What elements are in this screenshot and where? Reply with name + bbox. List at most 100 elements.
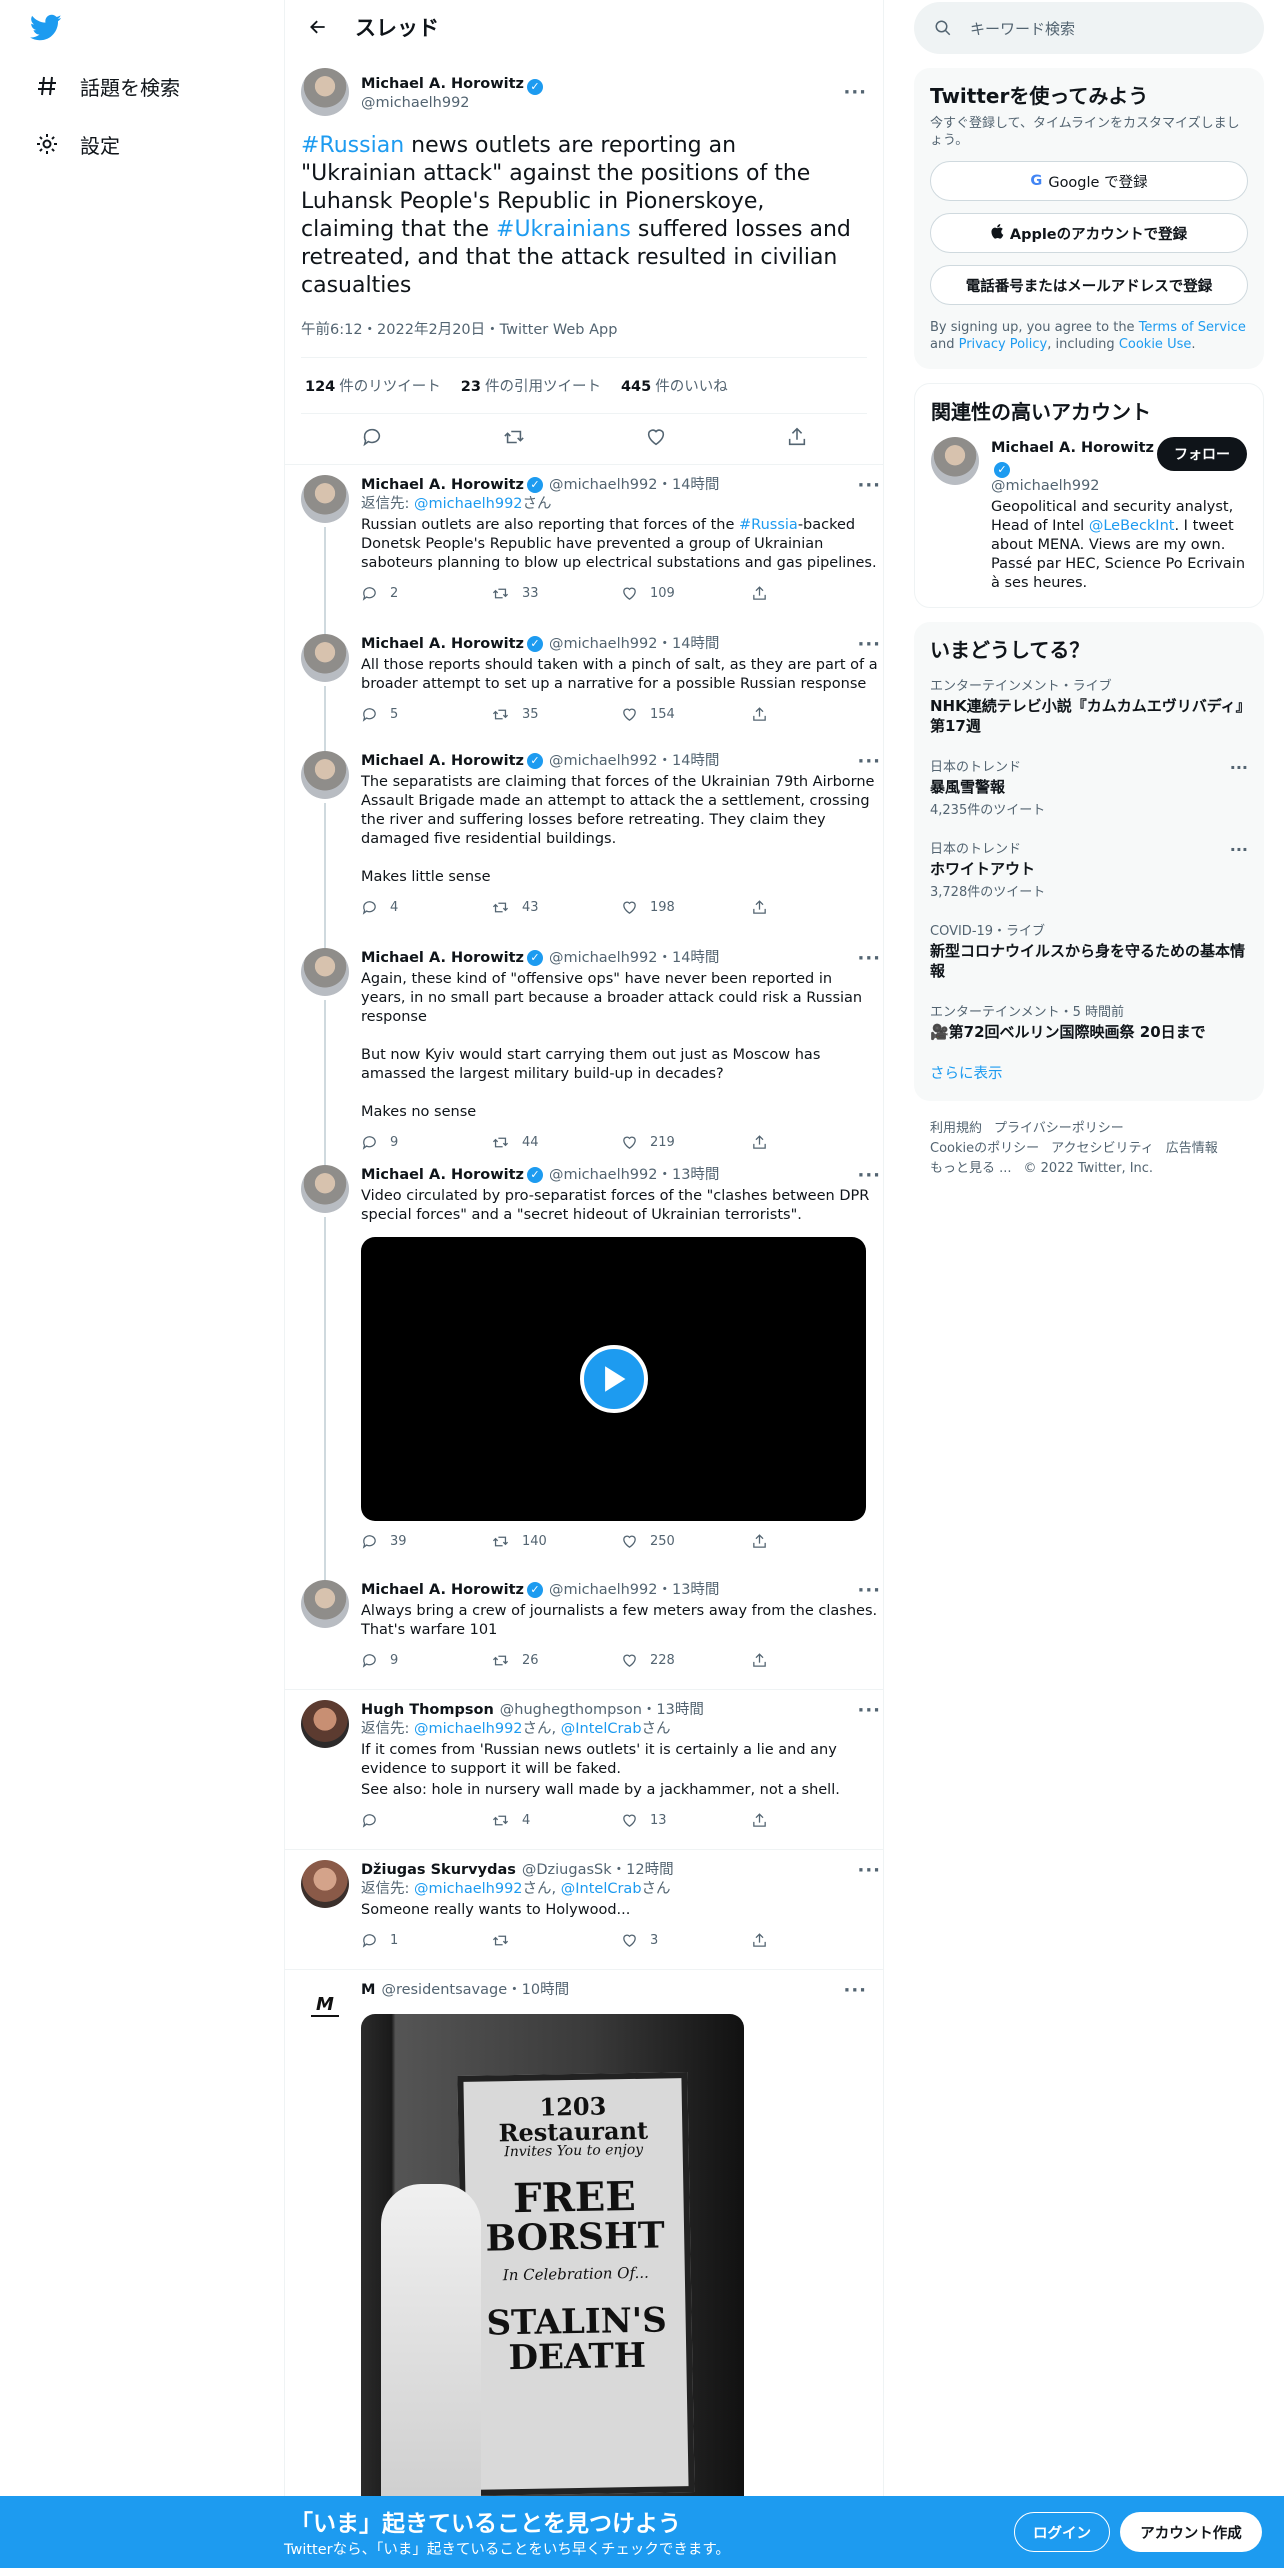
share-button[interactable] [751,1932,881,1949]
reply-button[interactable]: 9 [361,1651,491,1670]
terms-link[interactable]: Terms of Service [1139,320,1246,335]
footer-link[interactable]: 利用規約 [930,1121,982,1136]
author-name[interactable]: M [361,1981,375,2000]
reply-button[interactable]: 4 [361,898,491,917]
more-options-icon[interactable]: ··· [857,1581,881,1600]
hashtag-link[interactable]: #Russia [739,517,798,533]
like-count[interactable]: 445 件のいいね [621,375,728,396]
tweet-time[interactable]: 14時間 [672,635,719,654]
back-arrow-icon[interactable] [303,12,333,42]
author-name[interactable]: Michael A. Horowitz [361,635,524,654]
tweet-time[interactable]: 14時間 [672,949,719,968]
retweet-button[interactable]: 33 [491,584,621,603]
author-handle[interactable]: @michaelh992 [549,752,658,771]
privacy-link[interactable]: Privacy Policy [959,337,1048,352]
avatar[interactable] [301,1580,349,1628]
reply-button[interactable]: 1 [361,1931,491,1950]
author-name[interactable]: Hugh Thompson [361,1701,494,1720]
more-options-icon[interactable]: ··· [857,1861,881,1880]
reply-tweet[interactable]: Hugh Thompson @hughegthompson ・ 13時間 ··· 返信先… [285,1690,883,1850]
more-options-icon[interactable]: ··· [843,1981,867,2000]
reply-tweet[interactable]: Michael A. Horowitz ✓ @michaelh992 ・ 14時間 ···… [285,741,883,948]
more-options-icon[interactable]: ··· [1230,840,1248,859]
mention-link[interactable]: @michaelh992 [414,1881,523,1897]
author-name[interactable]: Michael A. Horowitz [361,76,524,92]
mention-link[interactable]: @michaelh992 [414,1721,523,1737]
author-handle[interactable]: @michaelh992 [549,1581,658,1600]
reply-button[interactable] [361,1812,491,1829]
mention-link[interactable]: @IntelCrab [561,1721,642,1737]
avatar[interactable] [301,1860,349,1908]
more-options-icon[interactable]: ··· [857,635,881,654]
author-handle[interactable]: @hughegthompson [500,1701,642,1720]
hashtag-link[interactable]: #Russian [301,133,404,158]
more-options-icon[interactable]: ··· [857,1166,881,1185]
reply-tweet[interactable]: Džiugas Skurvydas @DziugasSk ・ 12時間 ··· 返信先:… [285,1850,883,1970]
footer-link[interactable]: Cookieのポリシー [930,1141,1039,1156]
like-button[interactable]: 154 [621,705,751,724]
author-handle[interactable]: @DziugasSk [522,1861,612,1880]
like-button[interactable]: 228 [621,1651,751,1670]
author-name[interactable]: Michael A. Horowitz [361,752,524,771]
retweet-count[interactable]: 124 件のリツイート [305,375,441,396]
search-input[interactable]: キーワード検索 [914,2,1264,54]
quote-count[interactable]: 23 件の引用ツイート [461,375,601,396]
share-button[interactable] [751,706,881,723]
avatar[interactable] [301,68,349,116]
reply-button[interactable]: 5 [361,705,491,724]
reply-tweet[interactable]: Michael A. Horowitz ✓ @michaelh992 ・ 14時間 ···… [285,938,883,1165]
nav-explore[interactable]: 話題を検索 [34,66,180,106]
reply-button[interactable]: 39 [361,1532,491,1551]
trend-item[interactable]: 日本のトレンド ホワイトアウト 3,728件のツイート ··· [930,828,1248,910]
author-name[interactable]: Michael A. Horowitz [361,949,524,968]
avatar[interactable] [301,751,349,799]
share-icon[interactable] [786,426,808,452]
reply-tweet[interactable]: Michael A. Horowitz ✓ @michaelh992 ・ 13時間 ···… [285,1570,883,1690]
retweet-button[interactable]: 43 [491,898,621,917]
reply-tweet[interactable]: M M @residentsavage ・ 10時間 ··· 1203 Restaura… [285,1970,883,2530]
like-button[interactable]: 198 [621,898,751,917]
google-signup-button[interactable]: G Google で登録 [930,161,1248,201]
footer-link[interactable]: 広告情報 [1166,1141,1218,1156]
author-handle[interactable]: @michaelh992 [549,1166,658,1185]
share-button[interactable] [751,1134,881,1151]
tweet-time[interactable]: 10時間 [522,1981,569,2000]
like-button[interactable]: 3 [621,1931,751,1950]
avatar[interactable] [301,1700,349,1748]
footer-link[interactable]: プライバシーポリシー [994,1121,1124,1136]
retweet-button[interactable]: 35 [491,705,621,724]
tweet-time[interactable]: 12時間 [626,1861,673,1880]
more-options-icon[interactable]: ··· [857,476,881,495]
retweet-button[interactable] [491,1932,621,1949]
avatar[interactable] [301,634,349,682]
avatar[interactable] [301,948,349,996]
tweet-time[interactable]: 14時間 [672,476,719,495]
tweet-photo[interactable]: 1203 Restaurant Invites You to enjoy FRE… [361,2014,744,2526]
share-button[interactable] [751,585,881,602]
signup-button[interactable]: アカウント作成 [1120,2512,1262,2552]
nav-settings[interactable]: 設定 [34,124,120,164]
avatar[interactable] [301,475,349,523]
phone-email-signup-button[interactable]: 電話番号またはメールアドレスで登録 [930,265,1248,305]
tweet-meta[interactable]: 午前6:12・2022年2月20日・Twitter Web App [301,318,867,358]
login-button[interactable]: ログイン [1014,2512,1110,2552]
trend-item[interactable]: COVID-19・ライブ 新型コロナウイルスから身を守るための基本情報 [930,910,1248,991]
trend-item[interactable]: エンターテインメント・5 時間前 🎥第72回ベルリン国際映画祭 20日まで [930,991,1248,1052]
more-options-icon[interactable]: ··· [857,949,881,968]
author-name[interactable]: Michael A. Horowitz [361,1166,524,1185]
retweet-button[interactable]: 26 [491,1651,621,1670]
reply-tweet[interactable]: Michael A. Horowitz ✓ @michaelh992 ・ 14時間 ···… [285,465,883,634]
share-button[interactable] [751,1533,881,1550]
hashtag-link[interactable]: #Ukrainians [496,217,631,242]
video-player[interactable] [361,1237,866,1521]
like-button[interactable]: 219 [621,1133,751,1152]
share-button[interactable] [751,1812,881,1829]
share-button[interactable] [751,1652,881,1669]
related-account[interactable]: Michael A. Horowitz ✓ @michaelh992 フォロー G… [931,437,1247,593]
show-more-link[interactable]: さらに表示 [930,1052,1248,1087]
avatar[interactable]: M [301,1980,349,2028]
author-name[interactable]: Michael A. Horowitz [361,476,524,495]
mention-link[interactable]: @michaelh992 [414,496,523,512]
twitter-logo-icon[interactable] [29,14,70,44]
tweet-time[interactable]: 13時間 [672,1166,719,1185]
